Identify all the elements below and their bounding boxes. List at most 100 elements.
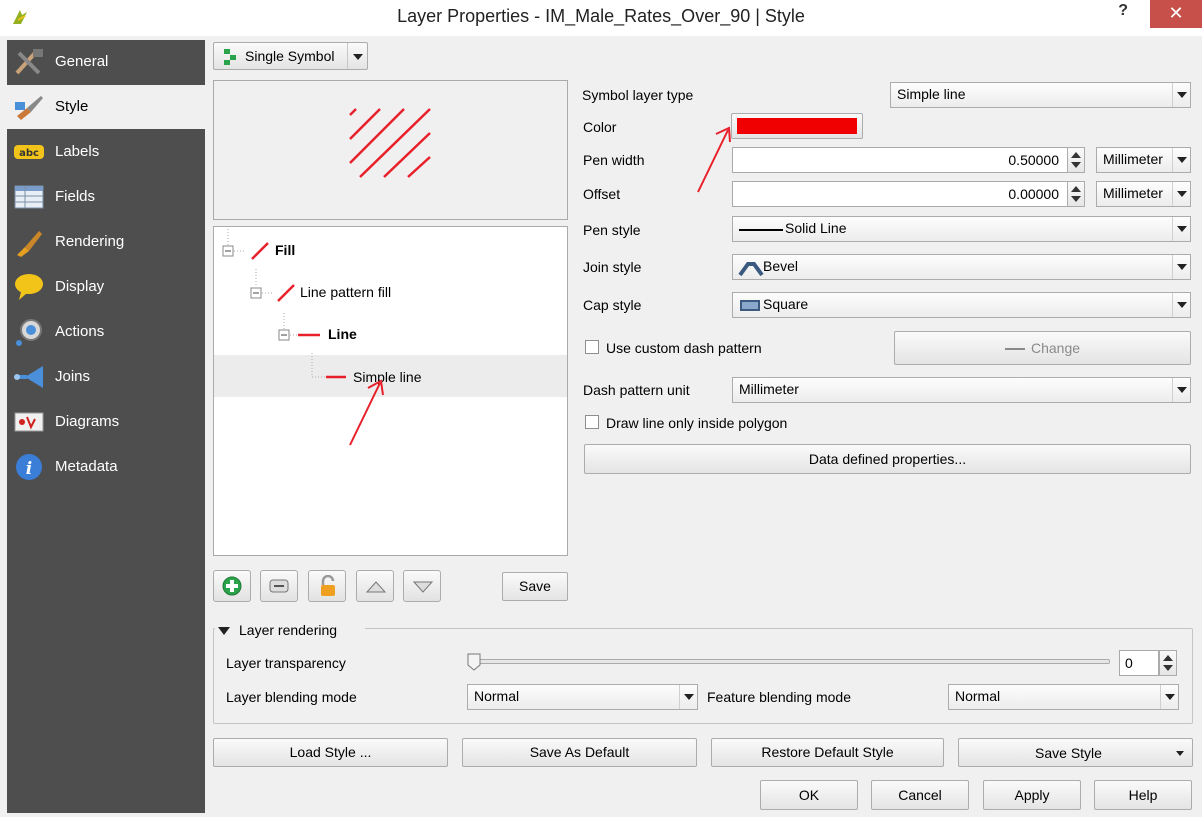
sidebar-item-rendering[interactable]: Rendering <box>7 220 205 264</box>
pen-style-select[interactable]: Solid Line <box>732 216 1191 242</box>
cap-style-select[interactable]: Square <box>732 292 1191 318</box>
sidebar-item-general[interactable]: General <box>7 40 205 84</box>
renderer-select[interactable]: Single Symbol <box>213 42 368 70</box>
join-style-label: Join style <box>583 259 642 275</box>
sidebar-item-style[interactable]: Style <box>7 85 205 129</box>
apply-button[interactable]: Apply <box>983 780 1081 810</box>
change-dash-button[interactable]: Change <box>894 331 1191 365</box>
speech-bubble-icon <box>15 274 43 300</box>
chevron-down-icon <box>1176 751 1184 756</box>
tree-lines <box>222 229 346 379</box>
lock-icon <box>321 575 335 596</box>
restore-default-style-button[interactable]: Restore Default Style <box>711 738 944 767</box>
sidebar-item-diagrams[interactable]: Diagrams <box>7 400 205 444</box>
sidebar-item-joins[interactable]: Joins <box>7 355 205 399</box>
load-style-button[interactable]: Load Style ... <box>213 738 448 767</box>
color-button[interactable] <box>731 113 863 139</box>
offset-unit-select[interactable]: Millimeter <box>1096 181 1191 207</box>
solid-line-icon <box>739 229 783 231</box>
sidebar-item-label: Fields <box>55 188 96 205</box>
sidebar-item-label: Labels <box>55 143 100 160</box>
join-style-select[interactable]: Bevel <box>732 254 1191 280</box>
cap-style-value: Square <box>763 296 809 312</box>
data-defined-properties-button[interactable]: Data defined properties... <box>584 444 1191 474</box>
help-button[interactable]: ? <box>1118 2 1128 20</box>
feature-blend-value: Normal <box>955 688 1001 704</box>
sidebar-item-display[interactable]: Display <box>7 265 205 309</box>
symbol-layer-type-value: Simple line <box>897 86 966 102</box>
chevron-down-icon <box>1172 378 1190 402</box>
tree-item-line[interactable]: Line <box>328 326 357 342</box>
layer-rendering-header[interactable]: Layer rendering <box>215 620 365 640</box>
sidebar-item-actions[interactable]: Actions <box>7 310 205 354</box>
svg-text:i: i <box>26 459 32 479</box>
triangle-up-icon <box>365 581 387 593</box>
window-title: Layer Properties - IM_Male_Rates_Over_90… <box>397 6 805 26</box>
pen-width-input[interactable]: 0.50000 <box>732 147 1068 173</box>
add-layer-button[interactable] <box>213 570 251 602</box>
blend-mode-select[interactable]: Normal <box>467 684 698 710</box>
renderer-label: Single Symbol <box>245 48 335 64</box>
offset-unit-value: Millimeter <box>1103 185 1163 201</box>
title-bar: Layer Properties - IM_Male_Rates_Over_90… <box>0 0 1202 36</box>
sidebar-item-label: Diagrams <box>55 413 120 430</box>
chevron-down-icon <box>1172 293 1190 317</box>
sidebar-item-label: Style <box>55 98 89 115</box>
save-as-default-button[interactable]: Save As Default <box>462 738 697 767</box>
save-style-button[interactable]: Save Style <box>958 738 1193 767</box>
transparency-value: 0 <box>1125 655 1133 671</box>
help-dialog-button[interactable]: Help <box>1094 780 1192 810</box>
move-up-button[interactable] <box>356 570 394 602</box>
tree-item-line-pattern-fill[interactable]: Line pattern fill <box>300 284 391 300</box>
transparency-slider[interactable] <box>470 659 1110 664</box>
chevron-down-icon <box>1172 182 1190 206</box>
tree-item-simple-line[interactable]: Simple line <box>353 369 421 385</box>
slider-handle[interactable] <box>467 653 481 671</box>
single-symbol-icon <box>224 49 236 65</box>
close-button[interactable]: ✕ <box>1150 0 1202 28</box>
feature-blend-select[interactable]: Normal <box>948 684 1179 710</box>
pen-width-unit-value: Millimeter <box>1103 151 1163 167</box>
dash-unit-select[interactable]: Millimeter <box>732 377 1191 403</box>
save-style-label: Save Style <box>1035 745 1102 761</box>
chevron-down-icon <box>679 685 697 709</box>
symbol-layer-type-label: Symbol layer type <box>582 87 694 103</box>
layer-rendering-title: Layer rendering <box>239 622 338 638</box>
offset-input[interactable]: 0.00000 <box>732 181 1068 207</box>
transparency-spinner[interactable] <box>1159 650 1177 676</box>
chevron-down-icon <box>1172 255 1190 279</box>
custom-dash-checkbox[interactable] <box>585 340 599 354</box>
remove-layer-button[interactable] <box>260 570 298 602</box>
sidebar-item-labels[interactable]: abc Labels <box>7 130 205 174</box>
sidebar-item-metadata[interactable]: i Metadata <box>7 445 205 489</box>
dash-line-icon <box>1005 348 1025 350</box>
feature-blend-label: Feature blending mode <box>707 689 851 705</box>
draw-inside-checkbox[interactable] <box>585 415 599 429</box>
offset-spinner[interactable] <box>1067 181 1085 207</box>
change-label: Change <box>1031 340 1081 356</box>
dash-unit-value: Millimeter <box>739 381 799 397</box>
dash-unit-label: Dash pattern unit <box>583 382 690 398</box>
cancel-button[interactable]: Cancel <box>871 780 969 810</box>
move-down-button[interactable] <box>403 570 441 602</box>
tools-icon <box>15 49 43 75</box>
color-swatch <box>737 118 857 134</box>
symbol-layer-tree[interactable]: Fill Line pattern fill Line Simple line <box>213 226 568 556</box>
pen-width-spinner[interactable] <box>1067 147 1085 173</box>
ok-button[interactable]: OK <box>760 780 858 810</box>
chevron-down-icon <box>1172 148 1190 172</box>
join-style-value: Bevel <box>763 258 799 274</box>
custom-dash-label: Use custom dash pattern <box>606 340 762 356</box>
sidebar-item-label: Actions <box>55 323 105 340</box>
sidebar: General Style abc Labels Fields Renderin… <box>7 40 205 813</box>
sidebar-item-fields[interactable]: Fields <box>7 175 205 219</box>
lock-layer-button[interactable] <box>308 570 346 602</box>
chevron-down-icon <box>1172 83 1190 107</box>
pen-width-unit-select[interactable]: Millimeter <box>1096 147 1191 173</box>
save-symbol-button[interactable]: Save <box>502 572 568 601</box>
tree-item-fill[interactable]: Fill <box>275 242 295 258</box>
chevron-down-icon <box>1160 685 1178 709</box>
symbol-layer-type-select[interactable]: Simple line <box>890 82 1191 108</box>
transparency-input[interactable]: 0 <box>1119 650 1159 676</box>
color-label: Color <box>583 119 617 135</box>
